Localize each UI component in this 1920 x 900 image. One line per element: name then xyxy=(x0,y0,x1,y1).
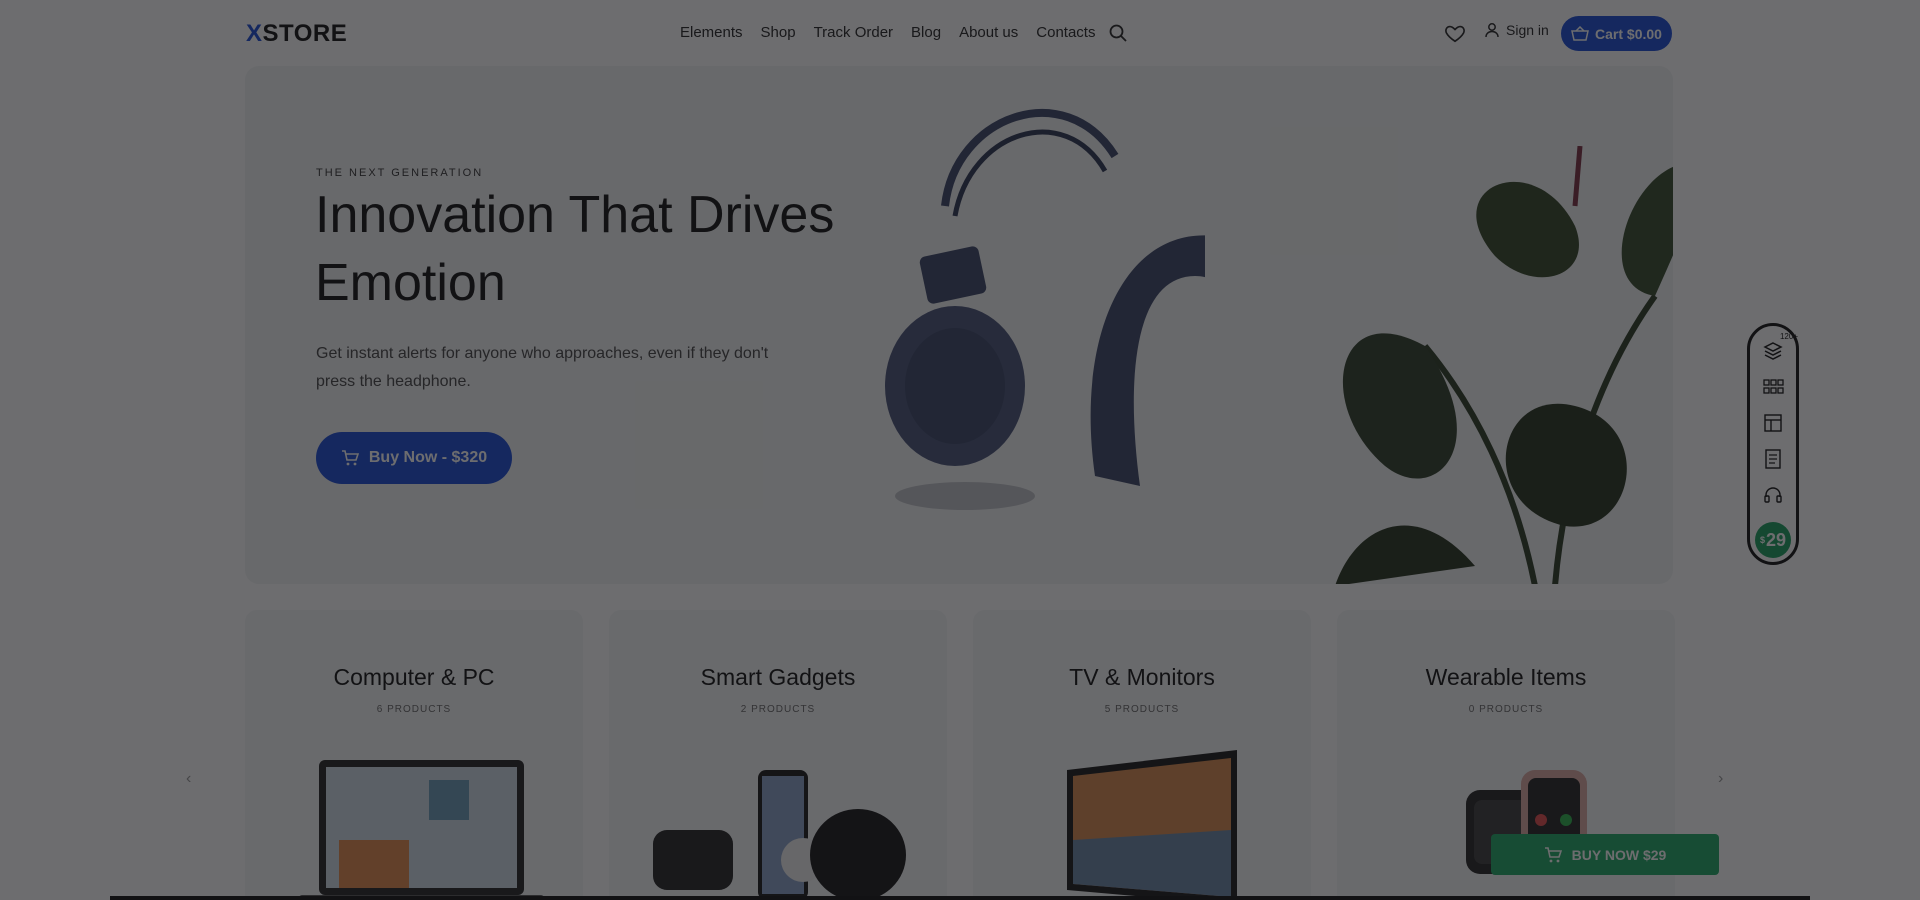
toolbar-badge: 120+ xyxy=(1779,332,1798,341)
nav-item-contacts[interactable]: Contacts xyxy=(1036,24,1095,41)
headset-icon[interactable] xyxy=(1762,484,1784,506)
laptop-image xyxy=(299,760,544,900)
signin-label: Sign in xyxy=(1506,22,1549,38)
category-card-computer[interactable]: Computer & PC 6 PRODUCTS xyxy=(245,610,583,900)
category-title: Wearable Items xyxy=(1425,664,1587,690)
site-logo[interactable]: X STORE xyxy=(246,20,347,48)
hero-buy-button[interactable]: Buy Now - $320 xyxy=(316,432,512,484)
cart-button[interactable]: Cart $0.00 xyxy=(1561,16,1672,51)
cart-label: Cart $0.00 xyxy=(1595,25,1662,42)
floating-toolbar: 120+ $ 29 xyxy=(1747,323,1799,565)
nav-item-blog[interactable]: Blog xyxy=(911,24,941,41)
category-count: 0 PRODUCTS xyxy=(1468,704,1544,715)
layers-icon[interactable]: 120+ xyxy=(1762,332,1798,362)
category-count: 2 PRODUCTS xyxy=(740,704,816,715)
signin-link[interactable]: Sign in xyxy=(1484,22,1549,38)
chevron-left-icon[interactable]: ‹ xyxy=(186,770,191,788)
bottom-divider xyxy=(110,896,1810,900)
gadgets-image xyxy=(653,770,906,900)
hero-banner: THE NEXT GENERATION Innovation That Driv… xyxy=(245,66,1673,584)
document-icon[interactable] xyxy=(1762,448,1784,470)
sticky-buy-label: BUY NOW $29 xyxy=(1571,846,1667,863)
search-icon[interactable] xyxy=(1108,23,1128,43)
basket-icon xyxy=(1571,25,1589,41)
grid-icon[interactable] xyxy=(1762,376,1784,398)
category-count: 6 PRODUCTS xyxy=(376,704,452,715)
smartwatch-image xyxy=(1466,770,1587,874)
category-count: 5 PRODUCTS xyxy=(1104,704,1180,715)
hero-subtitle: Get instant alerts for anyone who approa… xyxy=(316,345,769,390)
nav-item-elements[interactable]: Elements xyxy=(680,24,743,41)
hero-buy-label: Buy Now - $320 xyxy=(368,449,488,466)
main-nav: Elements Shop Track Order Blog About us … xyxy=(680,24,1113,41)
sticky-buy-now-button[interactable]: BUY NOW $29 xyxy=(1491,834,1719,875)
cart-icon xyxy=(341,450,359,466)
price-value: 29 xyxy=(1765,529,1787,550)
tv-image xyxy=(1067,750,1237,900)
category-title: Smart Gadgets xyxy=(700,664,856,690)
logo-mark: X xyxy=(246,20,263,47)
nav-item-shop[interactable]: Shop xyxy=(761,24,796,41)
logo-text: STORE xyxy=(262,20,348,47)
category-title: Computer & PC xyxy=(333,664,495,690)
hero-eyebrow: THE NEXT GENERATION xyxy=(316,167,484,179)
user-icon xyxy=(1485,23,1499,38)
hero-title: Innovation That Drives Emotion xyxy=(315,186,835,312)
category-title: TV & Monitors xyxy=(1069,664,1215,690)
nav-item-track-order[interactable]: Track Order xyxy=(814,24,893,41)
nav-item-about-us[interactable]: About us xyxy=(959,24,1018,41)
plant-image xyxy=(1335,146,1673,584)
chevron-right-icon[interactable]: › xyxy=(1718,770,1723,788)
price-currency: $ xyxy=(1759,535,1765,545)
headphones-image xyxy=(885,108,1205,510)
cart-icon xyxy=(1544,846,1562,862)
category-card-tv[interactable]: TV & Monitors 5 PRODUCTS xyxy=(973,610,1311,900)
site-header: X STORE Elements Shop Track Order Blog A… xyxy=(0,0,1920,66)
category-card-gadgets[interactable]: Smart Gadgets 2 PRODUCTS xyxy=(609,610,947,900)
heart-icon[interactable] xyxy=(1444,22,1466,44)
layout-icon[interactable] xyxy=(1762,412,1784,434)
price-badge[interactable]: $ 29 xyxy=(1755,522,1791,558)
